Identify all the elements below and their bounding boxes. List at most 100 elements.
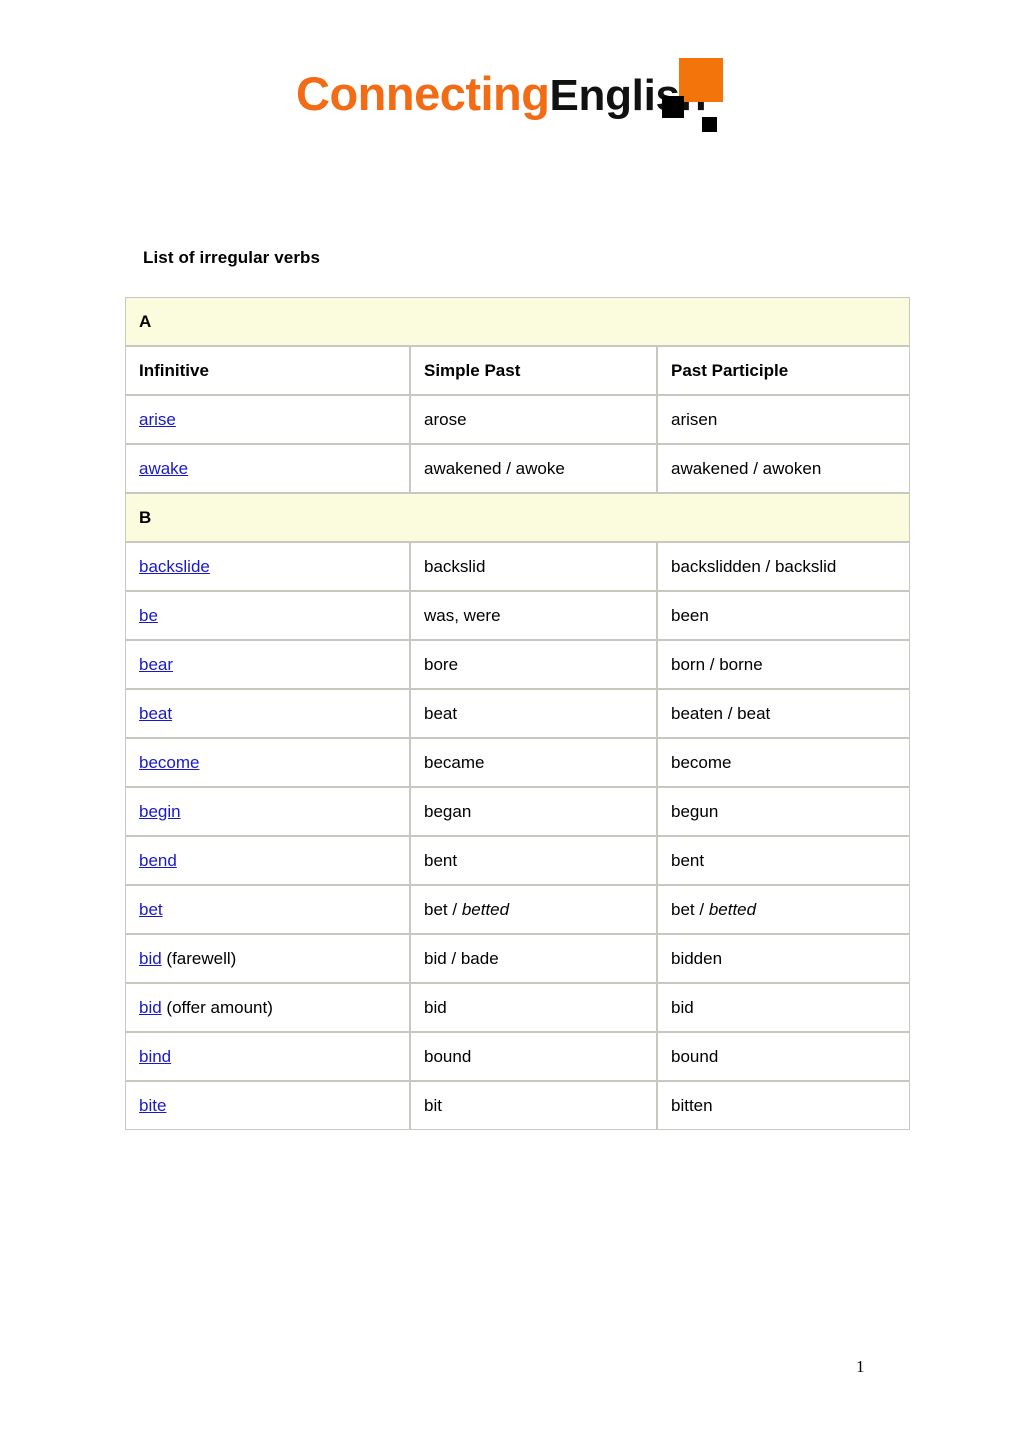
verb-link[interactable]: begin — [139, 802, 181, 821]
logo-black-square-large-icon — [662, 96, 684, 118]
simple-past-value: bid / bade — [424, 948, 499, 968]
simple-past-value: arose — [424, 409, 467, 429]
past-participle-value: bidden — [671, 948, 723, 968]
simple-past-value: bid — [424, 997, 447, 1017]
past-participle-value: been — [671, 605, 709, 625]
simple-past-value: awakened / awoke — [424, 458, 565, 478]
infinitive-cell: backslide — [125, 542, 410, 591]
past-participle-cell: become — [657, 738, 911, 787]
simple-past-cell: awakened / awoke — [410, 444, 657, 493]
simple-past-cell: bent — [410, 836, 657, 885]
column-header-2: Simple Past — [410, 346, 657, 395]
infinitive-cell: bid (farewell) — [125, 934, 410, 983]
infinitive-cell: bind — [125, 1032, 410, 1081]
simple-past-cell: arose — [410, 395, 657, 444]
table-row: bet bet / betted bet / betted — [125, 885, 911, 934]
verb-link[interactable]: bend — [139, 851, 177, 870]
section-header-row: A — [125, 297, 911, 346]
infinitive-cell: bear — [125, 640, 410, 689]
past-participle-cell: backslidden / backslid — [657, 542, 911, 591]
table-row: bear bore born / borne — [125, 640, 911, 689]
past-participle-cell: awakened / awoken — [657, 444, 911, 493]
simple-past-value: became — [424, 752, 485, 772]
simple-past-value: bit — [424, 1095, 442, 1115]
simple-past-cell: bid / bade — [410, 934, 657, 983]
simple-past-cell: beat — [410, 689, 657, 738]
simple-past-cell: became — [410, 738, 657, 787]
simple-past-cell: bid — [410, 983, 657, 1032]
simple-past-cell: backslid — [410, 542, 657, 591]
infinitive-cell: be — [125, 591, 410, 640]
simple-past-cell: bore — [410, 640, 657, 689]
past-participle-cell: begun — [657, 787, 911, 836]
past-participle-value: bet / — [671, 899, 709, 919]
verb-link[interactable]: backslide — [139, 557, 210, 576]
past-participle-cell: born / borne — [657, 640, 911, 689]
past-participle-value: arisen — [671, 409, 718, 429]
page-title: List of irregular verbs — [143, 248, 321, 267]
simple-past-cell: bound — [410, 1032, 657, 1081]
verb-link[interactable]: bid — [139, 998, 162, 1017]
verb-link[interactable]: become — [139, 753, 199, 772]
section-letter: B — [125, 493, 911, 542]
simple-past-value: bound — [424, 1046, 472, 1066]
verb-link[interactable]: bet — [139, 900, 163, 919]
section-header-row: B — [125, 493, 911, 542]
past-participle-value: bid — [671, 997, 694, 1017]
past-participle-cell: arisen — [657, 395, 911, 444]
verb-link[interactable]: arise — [139, 410, 176, 429]
infinitive-cell: awake — [125, 444, 410, 493]
verb-link[interactable]: awake — [139, 459, 188, 478]
infinitive-cell: arise — [125, 395, 410, 444]
verb-link[interactable]: bear — [139, 655, 173, 674]
table-row: bind bound bound — [125, 1032, 911, 1081]
infinitive-cell: bite — [125, 1081, 410, 1130]
simple-past-value: began — [424, 801, 472, 821]
past-participle-value: born / borne — [671, 654, 763, 674]
past-participle-value: bent — [671, 850, 705, 870]
simple-past-value: bet / — [424, 899, 462, 919]
logo-word-connecting: Connecting — [296, 67, 550, 120]
simple-past-cell: bet / betted — [410, 885, 657, 934]
simple-past-value: was, were — [424, 605, 501, 625]
verb-link[interactable]: beat — [139, 704, 172, 723]
infinitive-cell: bet — [125, 885, 410, 934]
past-participle-cell: bitten — [657, 1081, 911, 1130]
verb-link[interactable]: be — [139, 606, 158, 625]
table-row: backslide backslid backslidden / backslid — [125, 542, 911, 591]
table-row: bend bent bent — [125, 836, 911, 885]
site-logo: ConnectingEnglish — [296, 58, 726, 138]
infinitive-cell: bid (offer amount) — [125, 983, 410, 1032]
past-participle-cell: beaten / beat — [657, 689, 911, 738]
column-header-3: Past Participle — [657, 346, 911, 395]
verb-link[interactable]: bind — [139, 1047, 171, 1066]
page-number: 1 — [856, 1357, 865, 1376]
infinitive-cell: become — [125, 738, 410, 787]
section-letter: A — [125, 297, 911, 346]
past-participle-value: bound — [671, 1046, 719, 1066]
past-participle-value: backslidden / backslid — [671, 556, 837, 576]
verb-link[interactable]: bite — [139, 1096, 166, 1115]
table-row: beat beat beaten / beat — [125, 689, 911, 738]
infinitive-cell: begin — [125, 787, 410, 836]
logo-wordmark: ConnectingEnglish — [296, 66, 707, 124]
past-participle-value: bitten — [671, 1095, 713, 1115]
past-participle-cell: bent — [657, 836, 911, 885]
verb-note: (offer amount) — [161, 997, 273, 1017]
table-row: arise arose arisen — [125, 395, 911, 444]
simple-past-cell: was, were — [410, 591, 657, 640]
past-participle-cell: bidden — [657, 934, 911, 983]
simple-past-cell: bit — [410, 1081, 657, 1130]
past-participle-cell: bid — [657, 983, 911, 1032]
verb-link[interactable]: bid — [139, 949, 162, 968]
column-header-1: Infinitive — [125, 346, 410, 395]
table-row: bite bit bitten — [125, 1081, 911, 1130]
simple-past-cell: began — [410, 787, 657, 836]
simple-past-value: bent — [424, 850, 458, 870]
past-participle-alt-value: betted — [708, 899, 757, 919]
simple-past-alt-value: betted — [461, 899, 510, 919]
table-row: be was, were been — [125, 591, 911, 640]
column-header-row: Infinitive Simple Past Past Participle — [125, 346, 911, 395]
past-participle-value: awakened / awoken — [671, 458, 822, 478]
irregular-verbs-table: A Infinitive Simple Past Past Participle ari… — [125, 297, 911, 1130]
